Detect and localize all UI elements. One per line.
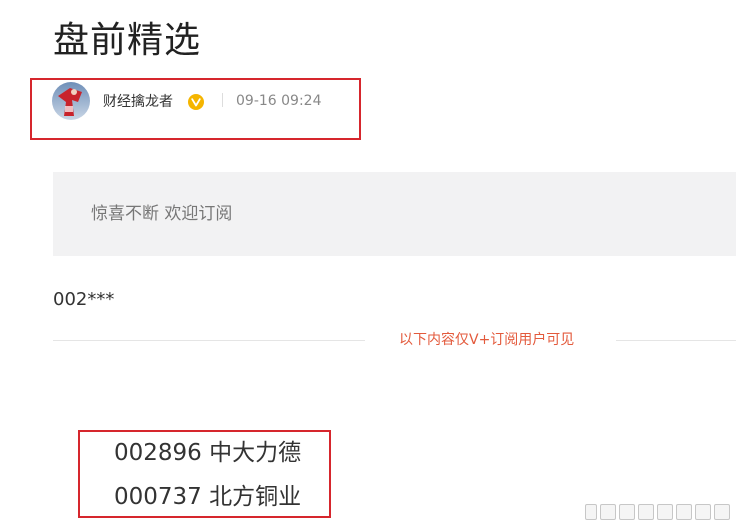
watermark-glyph: [600, 504, 616, 520]
stock-item: 002896 中大力德: [114, 440, 302, 466]
notice-text: 惊喜不断 欢迎订阅: [91, 204, 233, 224]
author-name[interactable]: 财经擒龙者: [103, 92, 173, 112]
watermark-glyph: [714, 504, 730, 520]
stock-code-preview: 002***: [53, 289, 115, 310]
stock-item: 000737 北方铜业: [114, 484, 302, 510]
avatar-image-icon: [52, 82, 90, 120]
watermark-glyph: [676, 504, 692, 520]
verified-badge-icon: [188, 94, 204, 110]
article-title: 盘前精选: [53, 20, 202, 61]
watermark: [585, 504, 730, 520]
meta-separator: [222, 93, 223, 107]
paywall-divider-right: [616, 340, 736, 341]
watermark-glyph: [585, 504, 597, 520]
watermark-glyph: [695, 504, 711, 520]
paywall-divider-left: [53, 340, 365, 341]
subscription-notice: 惊喜不断 欢迎订阅: [53, 172, 736, 256]
watermark-glyph: [638, 504, 654, 520]
watermark-glyph: [657, 504, 673, 520]
post-time: 09-16 09:24: [236, 93, 322, 109]
paywall-label: 以下内容仅V+订阅用户可见: [399, 332, 575, 348]
author-avatar[interactable]: [52, 82, 90, 120]
watermark-glyph: [619, 504, 635, 520]
